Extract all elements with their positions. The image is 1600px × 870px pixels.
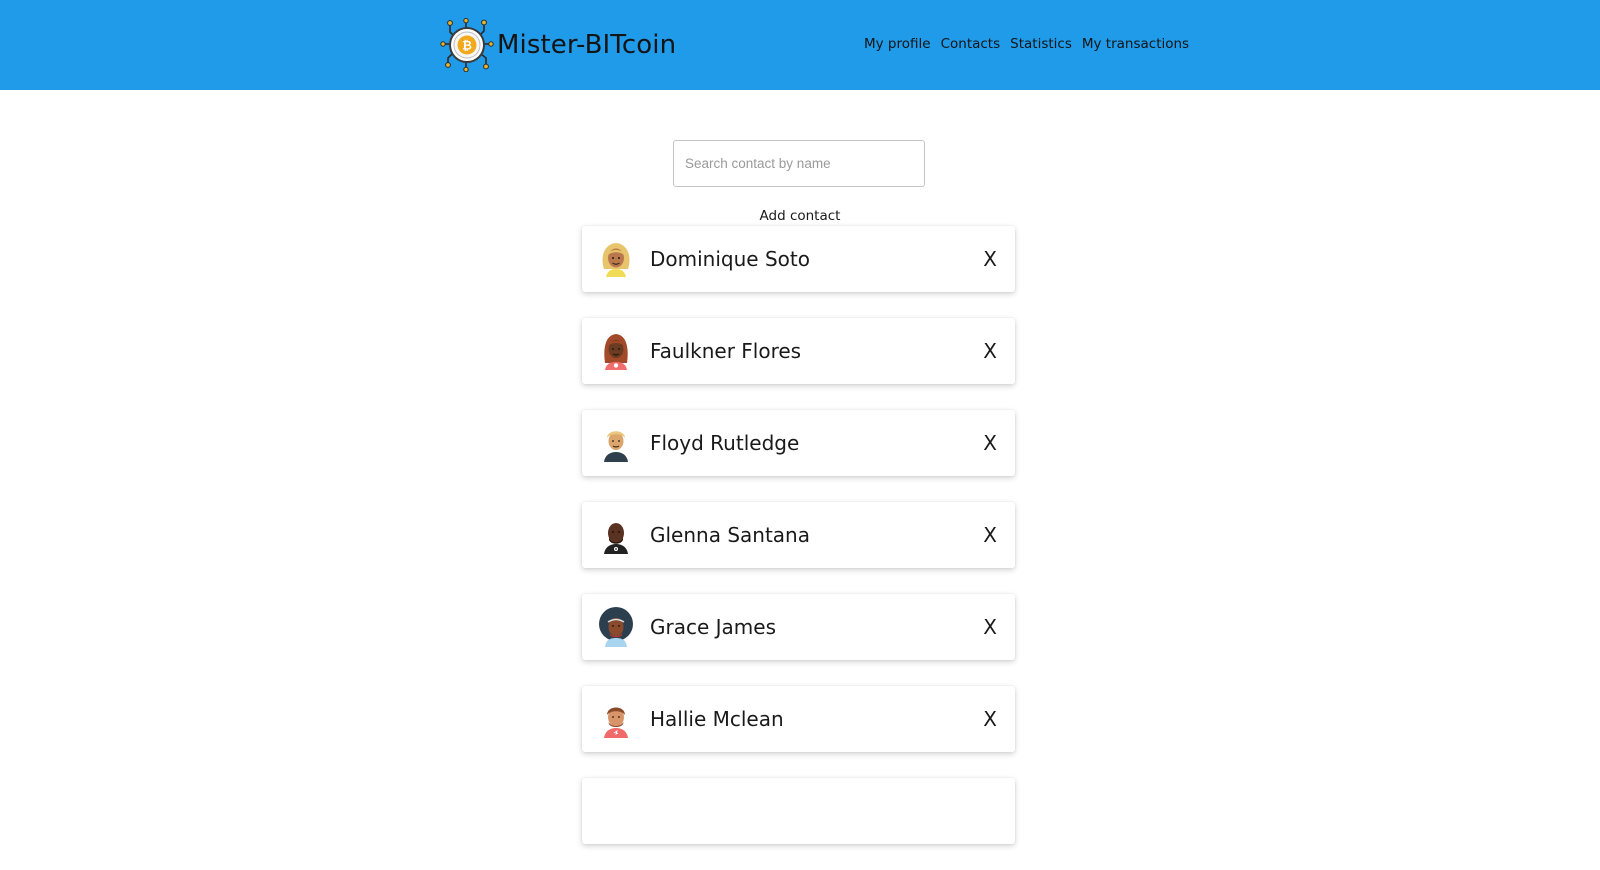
brand-name: Mister-BITcoin xyxy=(497,30,677,60)
avatar-icon xyxy=(599,607,633,647)
contact-name: Dominique Soto xyxy=(650,247,810,271)
delete-contact-button[interactable]: X xyxy=(983,247,997,271)
contact-name: Floyd Rutledge xyxy=(650,431,800,455)
nav-contacts[interactable]: Contacts xyxy=(941,36,1001,52)
contact-card[interactable]: Grace James X xyxy=(582,594,1015,660)
nav-statistics[interactable]: Statistics xyxy=(1010,36,1072,52)
avatar-icon xyxy=(604,334,628,370)
contact-card[interactable]: Floyd Rutledge X xyxy=(582,410,1015,476)
nav-my-profile[interactable]: My profile xyxy=(864,36,931,52)
delete-contact-button[interactable]: X xyxy=(983,523,997,547)
delete-contact-button[interactable]: X xyxy=(983,707,997,731)
avatar-icon xyxy=(602,243,630,277)
avatar-icon xyxy=(604,707,628,738)
search-contact-input[interactable] xyxy=(673,140,925,187)
svg-text:₿: ₿ xyxy=(462,39,472,53)
nav-my-transactions[interactable]: My transactions xyxy=(1082,36,1189,52)
contact-card[interactable]: Dominique Soto X xyxy=(582,226,1015,292)
avatar-icon xyxy=(604,431,628,462)
contact-card-partial[interactable] xyxy=(582,778,1015,844)
contact-name: Glenna Santana xyxy=(650,523,810,547)
delete-contact-button[interactable]: X xyxy=(983,339,997,363)
app-header: ₿ Mister-BITcoin My profile Contacts Sta… xyxy=(0,0,1600,90)
contact-name: Faulkner Flores xyxy=(650,339,802,363)
add-contact-link[interactable]: Add contact xyxy=(700,208,900,224)
contact-name: Grace James xyxy=(650,615,776,639)
delete-contact-button[interactable]: X xyxy=(983,615,997,639)
avatar-icon xyxy=(604,523,628,554)
contact-list: Dominique Soto X Faulkner Flores X Floyd… xyxy=(582,226,1015,870)
bitcoin-logo-icon: ₿ xyxy=(440,18,494,72)
contact-card[interactable]: Hallie Mclean X xyxy=(582,686,1015,752)
contact-card[interactable]: Faulkner Flores X xyxy=(582,318,1015,384)
brand[interactable]: ₿ Mister-BITcoin xyxy=(440,16,676,74)
main-nav: My profile Contacts Statistics My transa… xyxy=(864,36,1189,52)
contact-name: Hallie Mclean xyxy=(650,707,784,731)
delete-contact-button[interactable]: X xyxy=(983,431,997,455)
contact-card[interactable]: Glenna Santana X xyxy=(582,502,1015,568)
